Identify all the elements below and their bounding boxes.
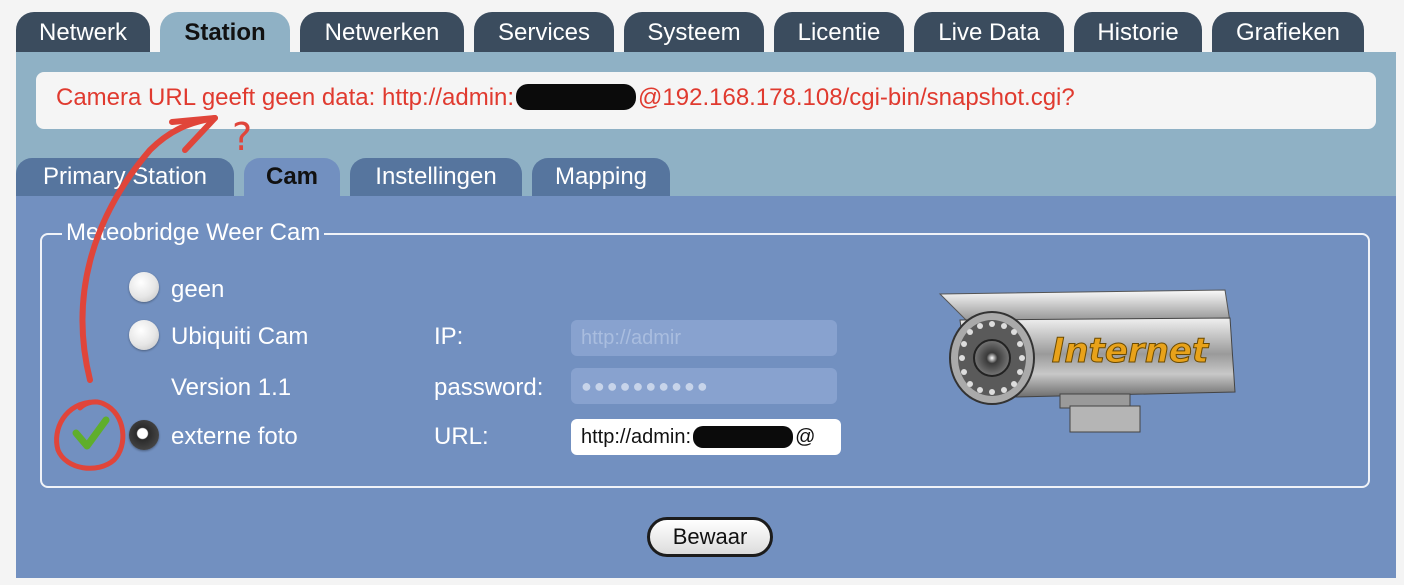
tab-netwerk[interactable]: Netwerk — [16, 12, 150, 52]
password-input[interactable]: ●●●●●●●●●● — [571, 368, 837, 404]
redacted-password-scribble — [516, 84, 637, 110]
tab-services[interactable]: Services — [474, 12, 614, 52]
ip-input[interactable]: http://admir — [571, 320, 837, 356]
error-message-box: Camera URL geeft geen data: http://admin… — [36, 72, 1376, 129]
ip-label: IP: — [434, 323, 464, 350]
subtab-mapping[interactable]: Mapping — [532, 158, 670, 196]
radio-externe-foto-label: externe foto — [171, 423, 298, 450]
tab-systeem[interactable]: Systeem — [624, 12, 764, 52]
url-input[interactable]: http://admin: @ — [571, 419, 841, 455]
error-message-suffix: @192.168.178.108/cgi-bin/snapshot.cgi? — [638, 84, 1075, 111]
fieldset-legend: Meteobridge Weer Cam — [62, 219, 325, 247]
tab-station[interactable]: Station — [160, 12, 290, 52]
url-input-prefix: http://admin: — [581, 425, 692, 448]
redacted-url-scribble — [693, 426, 794, 448]
password-input-value: ●●●●●●●●●● — [581, 375, 710, 396]
camera-image: Internet — [938, 289, 1236, 433]
radio-geen[interactable] — [129, 272, 159, 302]
tab-licentie[interactable]: Licentie — [774, 12, 904, 52]
version-text: Version 1.1 — [171, 374, 292, 401]
radio-externe-foto[interactable] — [129, 420, 159, 450]
radio-ubiquiti-cam[interactable] — [129, 320, 159, 350]
subtab-cam[interactable]: Cam — [244, 158, 340, 196]
save-button[interactable]: Bewaar — [647, 517, 773, 557]
url-label: URL: — [434, 423, 489, 450]
tab-netwerken[interactable]: Netwerken — [300, 12, 464, 52]
main-tab-bar: Netwerk Station Netwerken Services Syste… — [0, 0, 1404, 52]
tab-grafieken[interactable]: Grafieken — [1212, 12, 1364, 52]
subtab-instellingen[interactable]: Instellingen — [350, 158, 522, 196]
url-input-suffix: @ — [795, 425, 816, 448]
password-label: password: — [434, 374, 544, 401]
error-message: Camera URL geeft geen data: http://admin… — [56, 84, 1075, 112]
radio-geen-label: geen — [171, 276, 225, 303]
ip-input-value: http://admir — [581, 326, 682, 349]
subtab-primary-station[interactable]: Primary Station — [16, 158, 234, 196]
camera-brand-text: Internet — [1052, 331, 1210, 371]
tab-historie[interactable]: Historie — [1074, 12, 1202, 52]
radio-ubiquiti-label: Ubiquiti Cam — [171, 323, 309, 350]
error-message-prefix: Camera URL geeft geen data: http://admin… — [56, 84, 515, 111]
tab-live-data[interactable]: Live Data — [914, 12, 1064, 52]
